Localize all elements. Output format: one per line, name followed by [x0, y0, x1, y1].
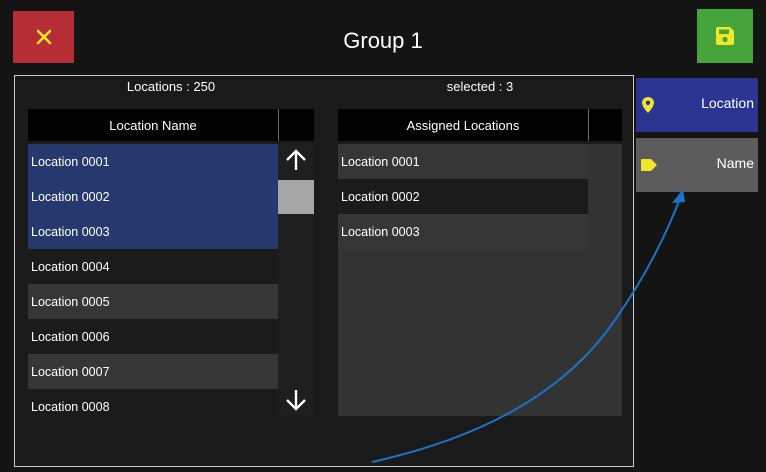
annotation-arrow	[371, 189, 685, 463]
app-window: Group 1 Locations : 250 selected : 3 Loc…	[0, 0, 766, 472]
